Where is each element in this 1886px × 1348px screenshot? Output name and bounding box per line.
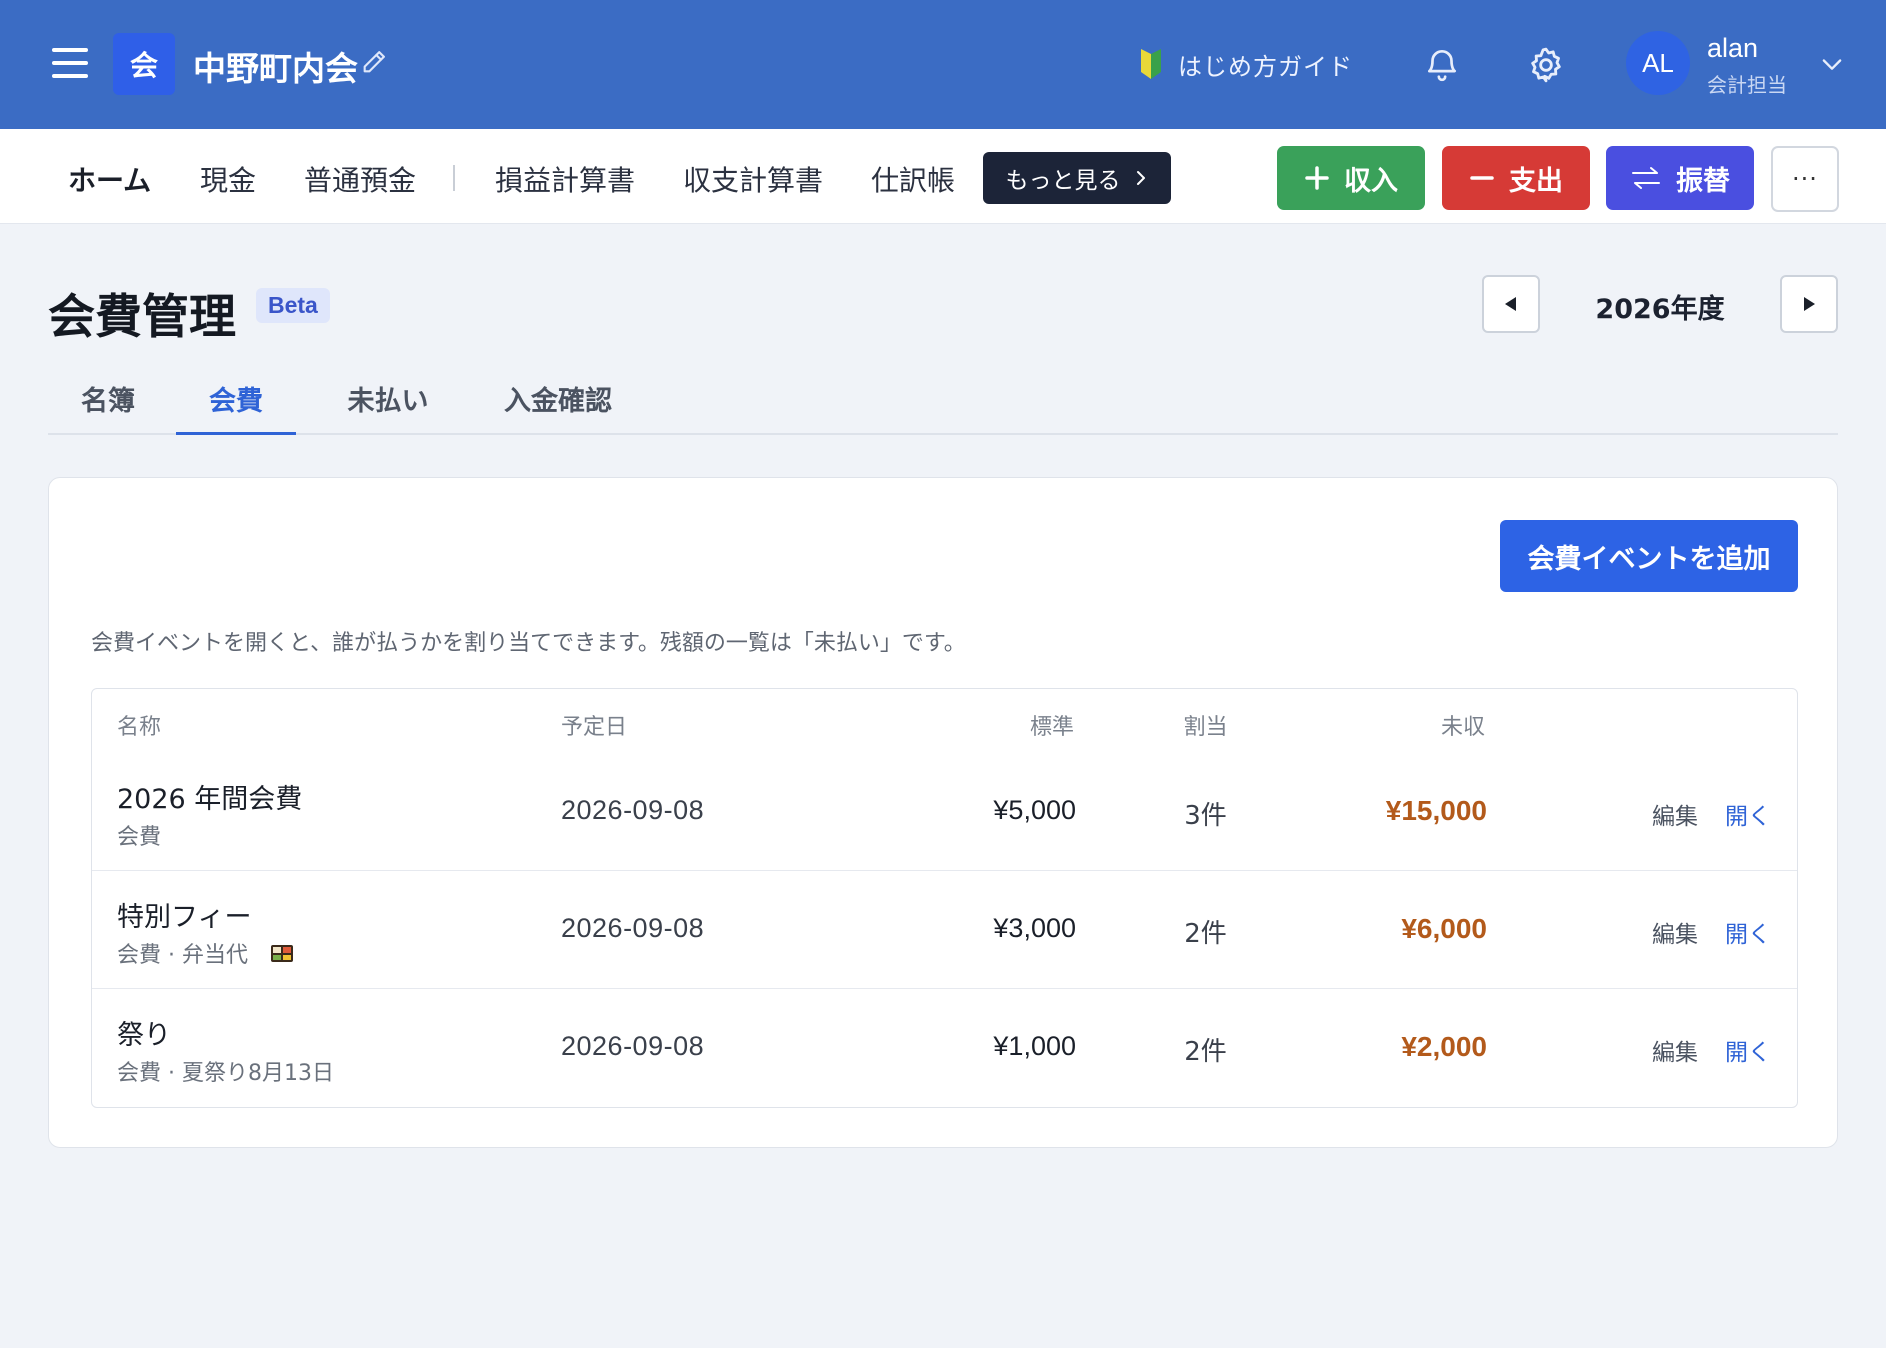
more-actions-button[interactable]: ··· <box>1771 146 1839 212</box>
event-standard-amount: ¥3,000 <box>993 913 1076 943</box>
bell-icon[interactable] <box>1423 45 1461 83</box>
event-name: 特別フィー <box>117 902 252 933</box>
bento-icon <box>270 945 293 962</box>
tab-bar: 名簿 会費 未払い 入金確認 <box>48 367 1838 435</box>
menu-icon[interactable] <box>50 46 90 80</box>
event-category-text: 会費 · 夏祭り8月13日 <box>117 1061 334 1086</box>
event-standard-amount: ¥5,000 <box>993 795 1076 825</box>
triangle-right-icon <box>1804 297 1815 311</box>
event-unpaid-amount: ¥2,000 <box>1401 1031 1487 1062</box>
triangle-left-icon <box>1505 297 1516 311</box>
edit-link[interactable]: 編集 <box>1652 1033 1698 1067</box>
tab-fees[interactable]: 会費 <box>176 379 296 435</box>
add-expense-button[interactable]: 支出 <box>1442 146 1590 210</box>
nav-item-income-statement[interactable]: 損益計算書 <box>495 159 635 199</box>
minus-icon <box>1470 176 1494 180</box>
beginner-leaf-icon <box>1141 49 1161 79</box>
nav-divider <box>453 165 455 191</box>
chevron-down-icon <box>1822 59 1842 70</box>
open-link[interactable]: 開く <box>1725 915 1771 949</box>
column-header-unpaid: 未収 <box>1440 715 1485 740</box>
column-header-name: 名称 <box>117 715 162 740</box>
add-income-button[interactable]: 収入 <box>1277 146 1425 210</box>
event-assigned-count: 2件 <box>1184 919 1227 949</box>
help-text: 会費イベントを開くと、誰が払うかを割り当てできます。残額の一覧は「未払い」です。 <box>91 631 966 656</box>
nav-item-cash[interactable]: 現金 <box>200 159 256 199</box>
nav-item-cashflow-statement[interactable]: 収支計算書 <box>683 159 823 199</box>
top-app-bar: 会 中野町内会 はじめ方ガイド AL alan 会計担当 <box>0 0 1886 129</box>
event-due-date: 2026-09-08 <box>561 913 705 943</box>
guide-label: はじめ方ガイド <box>1178 52 1353 81</box>
more-menu-button[interactable]: もっと見る <box>983 152 1171 204</box>
fee-events-table: 名称 予定日 標準 割当 未収 2026 年間会費 会費 2026-09-08 … <box>91 688 1798 1108</box>
more-menu-label: もっと見る <box>1005 168 1121 194</box>
event-category: 会費 · 夏祭り8月13日 <box>117 1055 334 1087</box>
table-row[interactable]: 2026 年間会費 会費 2026-09-08 ¥5,000 3件 ¥15,00… <box>92 753 1797 871</box>
next-year-button[interactable] <box>1780 275 1838 333</box>
page-title: 会費管理 <box>48 290 236 345</box>
event-standard-amount: ¥1,000 <box>993 1031 1076 1061</box>
fiscal-year-label: 2026年度 <box>1595 294 1725 325</box>
fee-events-card: 会費イベントを追加 会費イベントを開くと、誰が払うかを割り当てできます。残額の一… <box>48 477 1838 1148</box>
gear-icon[interactable] <box>1526 45 1566 85</box>
add-transfer-button[interactable]: 振替 <box>1606 146 1754 210</box>
column-header-standard: 標準 <box>1029 715 1074 740</box>
nav-bar: ホーム 現金 普通預金 損益計算書 収支計算書 仕訳帳 もっと見る 収入 支出 … <box>0 129 1886 224</box>
event-category-text: 会費 <box>117 825 162 850</box>
add-transfer-label: 振替 <box>1676 165 1730 197</box>
user-role: 会計担当 <box>1707 73 1787 97</box>
add-expense-label: 支出 <box>1509 165 1563 197</box>
event-category: 会費 <box>117 819 161 851</box>
event-unpaid-amount: ¥15,000 <box>1385 795 1487 826</box>
chevron-right-icon <box>1136 171 1145 185</box>
user-name: alan <box>1707 33 1759 63</box>
edit-link[interactable]: 編集 <box>1652 797 1698 831</box>
transfer-arrows-icon <box>1632 167 1660 189</box>
org-badge: 会 <box>113 33 175 95</box>
tab-payment-confirmation[interactable]: 入金確認 <box>478 379 638 435</box>
table-row[interactable]: 特別フィー 会費 · 弁当代 2026-09-08 ¥3,000 2件 ¥6,0… <box>92 871 1797 989</box>
table-row[interactable]: 祭り 会費 · 夏祭り8月13日 2026-09-08 ¥1,000 2件 ¥2… <box>92 989 1797 1107</box>
plus-icon <box>1305 166 1329 190</box>
column-header-due-date: 予定日 <box>561 715 628 740</box>
event-due-date: 2026-09-08 <box>561 1031 705 1061</box>
add-fee-event-button[interactable]: 会費イベントを追加 <box>1500 520 1798 592</box>
open-link[interactable]: 開く <box>1725 1033 1771 1067</box>
beta-badge: Beta <box>256 288 330 323</box>
user-menu[interactable]: AL alan 会計担当 <box>1626 31 1876 97</box>
nav-item-savings[interactable]: 普通預金 <box>304 159 416 199</box>
event-name: 祭り <box>117 1020 171 1051</box>
edit-link[interactable]: 編集 <box>1652 915 1698 949</box>
event-due-date: 2026-09-08 <box>561 795 705 825</box>
getting-started-guide-link[interactable]: はじめ方ガイド <box>1138 44 1353 84</box>
nav-item-home[interactable]: ホーム <box>68 159 151 199</box>
add-income-label: 収入 <box>1344 165 1398 197</box>
event-name: 2026 年間会費 <box>117 784 303 815</box>
org-name: 中野町内会 <box>193 49 358 88</box>
column-header-assigned: 割当 <box>1183 715 1228 740</box>
event-category: 会費 · 弁当代 <box>117 937 294 969</box>
previous-year-button[interactable] <box>1482 275 1540 333</box>
tab-unpaid[interactable]: 未払い <box>318 379 458 435</box>
event-assigned-count: 3件 <box>1184 801 1227 831</box>
nav-item-journal[interactable]: 仕訳帳 <box>871 159 955 199</box>
tab-roster[interactable]: 名簿 <box>48 379 168 435</box>
event-category-text: 会費 · 弁当代 <box>117 943 248 968</box>
avatar: AL <box>1626 31 1690 95</box>
open-link[interactable]: 開く <box>1725 797 1771 831</box>
event-assigned-count: 2件 <box>1184 1037 1227 1067</box>
pencil-icon[interactable] <box>360 48 388 76</box>
event-unpaid-amount: ¥6,000 <box>1401 913 1487 944</box>
